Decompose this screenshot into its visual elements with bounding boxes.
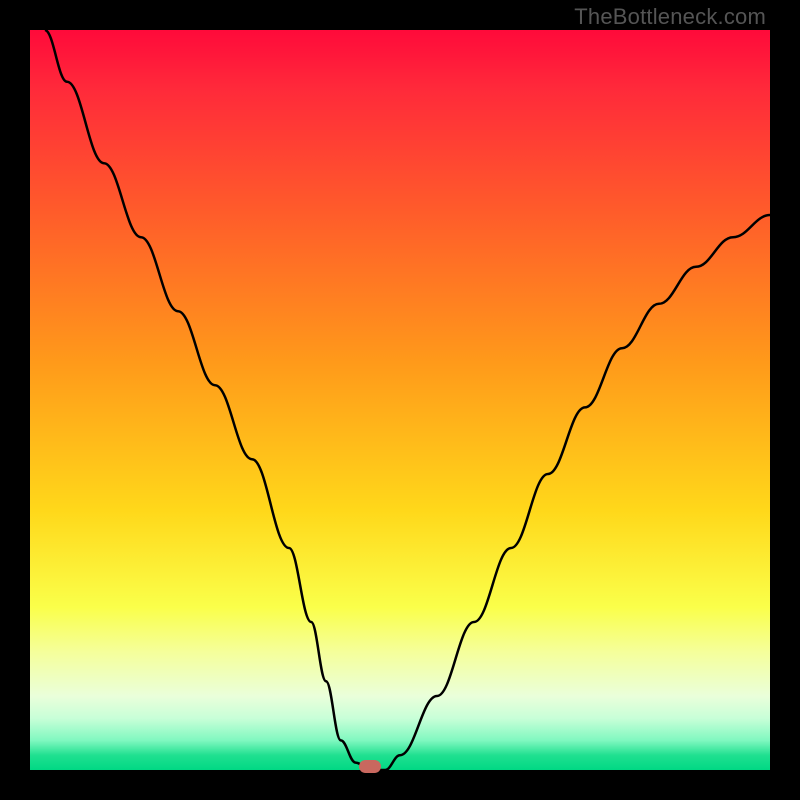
watermark-text: TheBottleneck.com (574, 4, 766, 30)
minimum-marker (359, 760, 381, 773)
chart-frame: TheBottleneck.com (0, 0, 800, 800)
curve-path (45, 30, 770, 770)
bottleneck-curve (30, 30, 770, 770)
